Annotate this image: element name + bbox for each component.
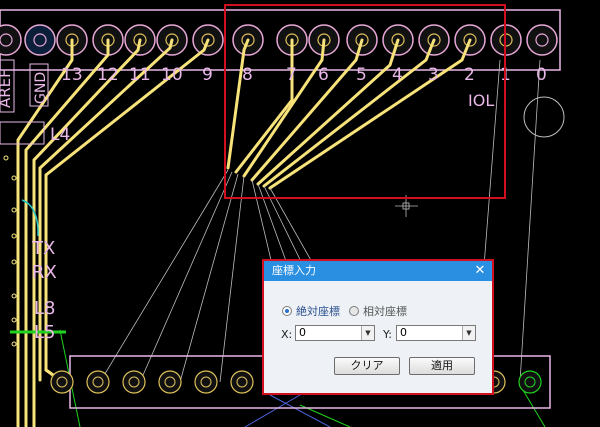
chevron-down-icon[interactable]: ▼ xyxy=(462,326,475,340)
tx-label: TX xyxy=(31,238,55,259)
x-coordinate-combo[interactable]: 0 ▼ xyxy=(295,325,375,341)
radio-relative[interactable] xyxy=(349,306,359,316)
gnd-label: GND xyxy=(33,72,49,104)
top-pad[interactable] xyxy=(526,24,558,56)
bottom-pad[interactable] xyxy=(50,370,74,394)
y-value: 0 xyxy=(400,326,407,339)
pin-label: 4 xyxy=(392,65,403,85)
pin-label-row: 13 12 11 10 9 8 7 6 5 4 3 2 1 0 xyxy=(61,65,547,85)
radio-absolute[interactable] xyxy=(282,306,292,316)
radio-relative-label: 相対座標 xyxy=(363,305,407,318)
iol-label: IOL xyxy=(468,91,494,110)
clear-button[interactable]: クリア xyxy=(334,357,400,375)
bottom-pad[interactable] xyxy=(518,370,542,394)
dialog-title-bar[interactable]: 座標入力 ✕ xyxy=(264,261,492,281)
pin-label: 13 xyxy=(61,65,83,85)
x-value: 0 xyxy=(299,326,306,339)
aref-label: AREF xyxy=(0,69,14,108)
bottom-pad[interactable] xyxy=(158,370,182,394)
rx-label: RX xyxy=(32,262,57,283)
close-icon[interactable]: ✕ xyxy=(472,261,488,281)
y-coordinate-combo[interactable]: 0 ▼ xyxy=(396,325,476,341)
top-pad[interactable] xyxy=(24,24,56,56)
radio-relative-row[interactable]: 相対座標 xyxy=(349,303,407,319)
bottom-pad[interactable] xyxy=(122,370,146,394)
cyan-outline xyxy=(21,199,39,236)
top-pad[interactable] xyxy=(0,24,22,56)
pin-label: 9 xyxy=(202,65,213,85)
left-small-pads xyxy=(3,155,17,347)
radio-absolute-row[interactable]: 絶対座標 xyxy=(282,303,340,319)
y-label: Y: xyxy=(383,328,392,341)
pin-label: 11 xyxy=(129,65,151,85)
l5-label: L5 xyxy=(34,322,55,343)
l4-label: L4 xyxy=(50,125,70,145)
x-label: X: xyxy=(281,328,293,341)
pin-label: 5 xyxy=(356,65,367,85)
bottom-pad[interactable] xyxy=(230,370,254,394)
mounting-hole xyxy=(523,96,565,138)
pin-label: 12 xyxy=(97,65,119,85)
top-pad-row xyxy=(0,24,558,56)
radio-absolute-label: 絶対座標 xyxy=(296,305,340,318)
chevron-down-icon[interactable]: ▼ xyxy=(361,326,374,340)
pin-label: 8 xyxy=(242,65,253,85)
bottom-pad[interactable] xyxy=(86,370,110,394)
pin-label: 10 xyxy=(161,65,183,85)
pin-label: 6 xyxy=(318,65,329,85)
pin-label: 0 xyxy=(536,65,547,85)
blue-net-line xyxy=(244,394,301,427)
pin-label: 7 xyxy=(286,65,297,85)
pin-label: 2 xyxy=(464,65,475,85)
coordinate-input-dialog: 座標入力 ✕ 絶対座標 相対座標 X: 0 ▼ Y: 0 ▼ クリア 適用 xyxy=(262,259,494,395)
dialog-title: 座標入力 xyxy=(272,264,316,277)
blue-net-line xyxy=(269,394,331,427)
l8-label: L8 xyxy=(34,298,55,319)
apply-button[interactable]: 適用 xyxy=(409,357,475,375)
bottom-pad[interactable] xyxy=(194,370,218,394)
pin-label: 3 xyxy=(428,65,439,85)
